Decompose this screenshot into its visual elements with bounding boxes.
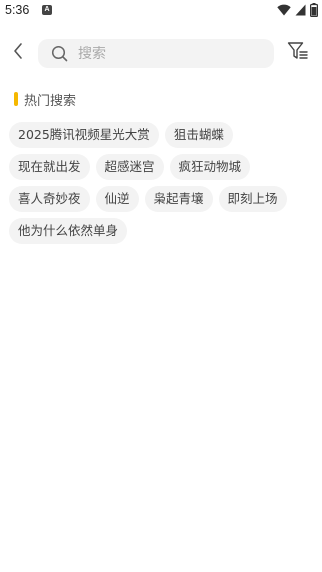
status-icons [277, 3, 318, 17]
search-icon [50, 45, 68, 63]
notification-icon: A [42, 5, 52, 15]
filter-button[interactable] [287, 42, 309, 64]
section-accent-bar [14, 92, 18, 106]
hot-search-tag[interactable]: 2025腾讯视频星光大赏 [9, 122, 159, 148]
status-time: 5:36 [5, 3, 30, 17]
hot-search-tag[interactable]: 他为什么依然单身 [9, 218, 128, 244]
hot-search-tag[interactable]: 仙逆 [95, 186, 139, 212]
hot-search-tags: 2025腾讯视频星光大赏 狙击蝴蝶 现在就出发 超感迷宫 疯狂动物城 喜人奇妙夜… [9, 122, 313, 244]
back-button[interactable] [8, 42, 28, 64]
hot-search-title: 热门搜索 [24, 93, 77, 109]
status-bar: 5:36 A [0, 0, 322, 22]
hot-search-tag[interactable]: 疯狂动物城 [169, 154, 251, 180]
hot-search-tag[interactable]: 超感迷宫 [95, 154, 164, 180]
wifi-icon [277, 4, 291, 16]
search-box[interactable] [38, 39, 274, 68]
hot-search-tag[interactable]: 即刻上场 [218, 186, 287, 212]
hot-search-tag[interactable]: 喜人奇妙夜 [9, 186, 90, 212]
filter-icon [287, 41, 309, 65]
hot-search-tag[interactable]: 狙击蝴蝶 [164, 122, 233, 148]
search-input[interactable] [78, 45, 258, 62]
chevron-left-icon [12, 42, 24, 64]
hot-search-tag[interactable]: 现在就出发 [9, 154, 90, 180]
hot-search-header: 热门搜索 [14, 90, 77, 109]
cellular-signal-icon [295, 4, 306, 16]
hot-search-tag[interactable]: 枭起青壤 [144, 186, 213, 212]
search-header [0, 36, 322, 70]
battery-icon [310, 3, 318, 17]
